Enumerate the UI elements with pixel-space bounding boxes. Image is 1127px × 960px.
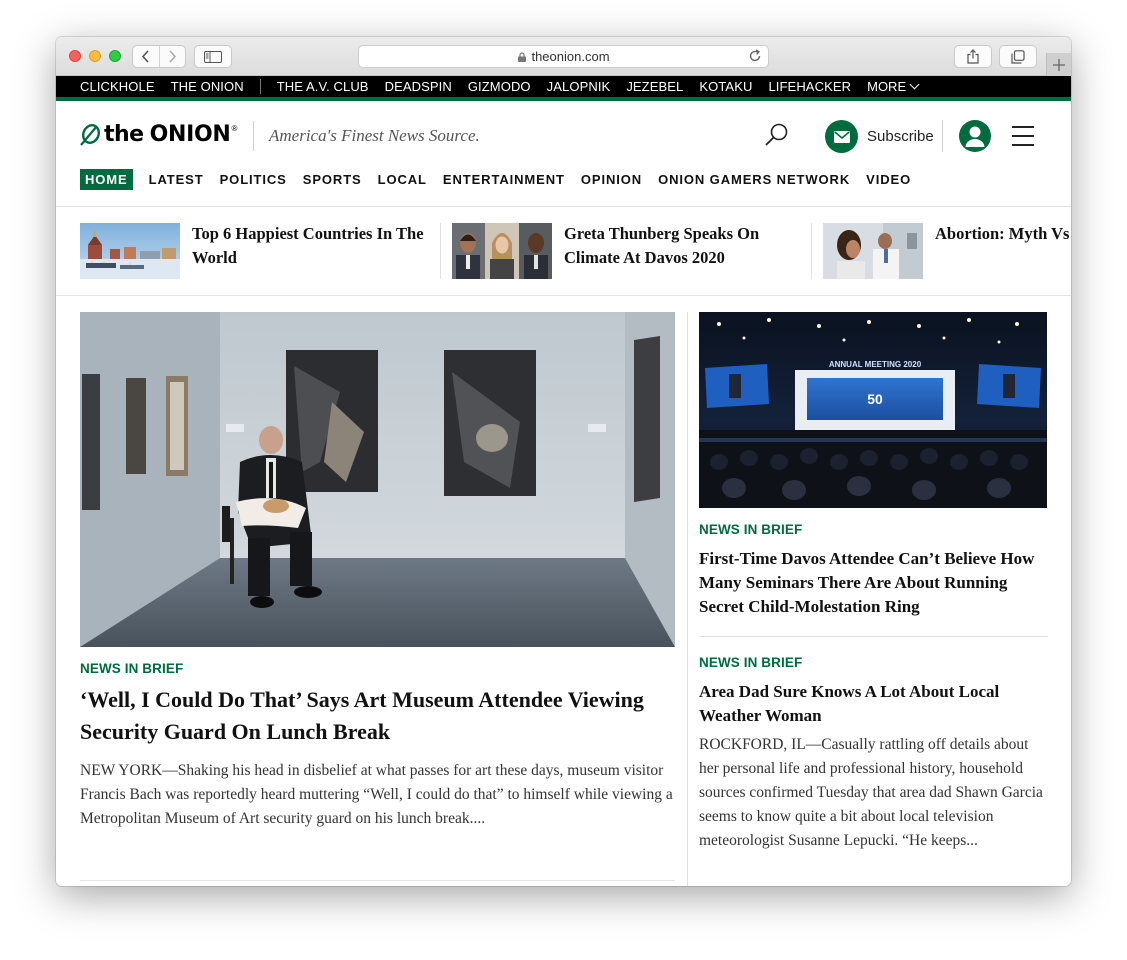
nav-local[interactable]: LOCAL	[378, 172, 427, 187]
main-story-image[interactable]	[80, 312, 675, 647]
site-logo[interactable]: the ONION ®	[80, 122, 237, 147]
browser-window: theonion.com CLICKHOLE THE ONION THE A.V…	[56, 37, 1071, 886]
nav-home[interactable]: HOME	[80, 169, 133, 190]
minimize-window-button[interactable]	[89, 50, 101, 62]
back-icon	[142, 50, 149, 63]
network-divider	[259, 79, 261, 94]
network-link-kotaku[interactable]: KOTAKU	[699, 79, 752, 94]
side-story-kicker[interactable]: NEWS IN BRIEF	[699, 522, 802, 537]
side-story-headline[interactable]: Area Dad Sure Knows A Lot About Local We…	[699, 680, 1049, 728]
network-bar: CLICKHOLE THE ONION THE A.V. CLUB DEADSP…	[56, 76, 1071, 101]
side-story-headline[interactable]: First-Time Davos Attendee Can’t Believe …	[699, 547, 1049, 619]
trending-title[interactable]: Greta Thunberg Speaks On Climate At Davo…	[564, 222, 802, 279]
lock-icon	[518, 51, 527, 62]
tabs-icon	[1011, 49, 1025, 64]
trending-thumbnail-doctor	[823, 223, 923, 279]
trending-item[interactable]: Abortion: Myth Vs	[823, 223, 1071, 279]
trending-divider	[440, 223, 441, 279]
chevron-down-icon	[909, 79, 920, 90]
logo-the: the	[104, 122, 144, 147]
column-divider	[687, 312, 688, 886]
nav-opinion[interactable]: OPINION	[581, 172, 642, 187]
close-window-button[interactable]	[69, 50, 81, 62]
trending-item[interactable]: Top 6 Happiest Countries In The World	[80, 223, 430, 279]
trending-title[interactable]: Top 6 Happiest Countries In The World	[192, 222, 430, 279]
main-story-bottom-rule	[80, 880, 675, 881]
header-bottom-rule	[56, 206, 1071, 207]
side-story-image[interactable]: ANNUAL MEETING 2020 50	[699, 312, 1047, 508]
hamburger-menu-icon[interactable]	[1012, 126, 1034, 146]
trending-bottom-rule	[56, 295, 1071, 296]
trending-thumbnail-davos-panel	[452, 223, 552, 279]
trending-item[interactable]: Greta Thunberg Speaks On Climate At Davo…	[452, 223, 802, 279]
network-more-label: MORE	[867, 79, 907, 94]
sidebar-icon	[204, 50, 222, 63]
address-bar[interactable]: theonion.com	[358, 45, 769, 68]
subscribe-button[interactable]: Subscribe	[825, 120, 934, 153]
envelope-icon	[833, 130, 850, 143]
trending-title[interactable]: Abortion: Myth Vs	[935, 223, 1069, 279]
show-tabs-button[interactable]	[999, 45, 1037, 68]
user-account-button[interactable]	[959, 120, 991, 152]
back-forward-group	[132, 45, 186, 68]
trending-divider	[811, 223, 812, 279]
network-link-the-onion[interactable]: THE ONION	[171, 79, 244, 94]
side-story-excerpt: ROCKFORD, IL—Casually rattling off detai…	[699, 736, 1043, 849]
nav-latest[interactable]: LATEST	[149, 172, 204, 187]
side-story-kicker[interactable]: NEWS IN BRIEF	[699, 655, 802, 670]
logo-onion: ONION	[149, 122, 231, 147]
network-link-gizmodo[interactable]: GIZMODO	[468, 79, 531, 94]
logo-registered-mark: ®	[231, 124, 238, 133]
nav-entertainment[interactable]: ENTERTAINMENT	[443, 172, 565, 187]
davos-fifty-badge: 50	[867, 391, 883, 407]
plus-icon	[1053, 58, 1065, 71]
main-story-excerpt: NEW YORK—Shaking his head in disbelief a…	[80, 762, 673, 827]
site-tagline: America's Finest News Source.	[269, 126, 480, 145]
main-story-kicker[interactable]: NEWS IN BRIEF	[80, 661, 183, 676]
subscribe-label: Subscribe	[867, 128, 934, 145]
network-link-clickhole[interactable]: CLICKHOLE	[80, 79, 155, 94]
davos-banner-text: ANNUAL MEETING 2020	[829, 360, 922, 369]
share-button[interactable]	[954, 45, 992, 68]
side-story-rule	[699, 636, 1048, 637]
site-header: the ONION ® America's Finest News Source…	[56, 105, 1071, 205]
network-link-lifehacker[interactable]: LIFEHACKER	[768, 79, 851, 94]
nav-onion-gamers-network[interactable]: ONION GAMERS NETWORK	[658, 172, 850, 187]
header-divider	[942, 120, 943, 152]
envelope-badge	[825, 120, 858, 153]
trending-thumbnail-helsinki	[80, 223, 180, 279]
url-text: theonion.com	[531, 49, 610, 64]
forward-icon	[169, 50, 176, 63]
reload-icon[interactable]	[748, 49, 762, 63]
search-icon[interactable]	[764, 122, 790, 148]
tagline-divider	[253, 121, 254, 151]
zoom-window-button[interactable]	[109, 50, 121, 62]
nav-video[interactable]: VIDEO	[866, 172, 911, 187]
back-button[interactable]	[133, 46, 159, 67]
network-link-jezebel[interactable]: JEZEBEL	[626, 79, 683, 94]
browser-toolbar: theonion.com	[56, 37, 1071, 76]
nav-politics[interactable]: POLITICS	[220, 172, 287, 187]
network-link-jalopnik[interactable]: JALOPNIK	[547, 79, 611, 94]
sidebar-toggle-button[interactable]	[194, 45, 232, 68]
network-link-deadspin[interactable]: DEADSPIN	[385, 79, 452, 94]
user-icon	[965, 126, 985, 147]
share-icon	[967, 49, 979, 64]
nav-sports[interactable]: SPORTS	[303, 172, 362, 187]
network-more-menu[interactable]: MORE	[867, 79, 920, 94]
main-story-headline[interactable]: ‘Well, I Could Do That’ Says Art Museum …	[80, 684, 680, 748]
section-nav: HOME LATEST POLITICS SPORTS LOCAL ENTERT…	[80, 169, 927, 190]
network-link-av-club[interactable]: THE A.V. CLUB	[277, 79, 369, 94]
forward-button[interactable]	[158, 46, 186, 67]
new-tab-button[interactable]	[1046, 53, 1071, 76]
leaf-logo-icon	[80, 123, 100, 146]
